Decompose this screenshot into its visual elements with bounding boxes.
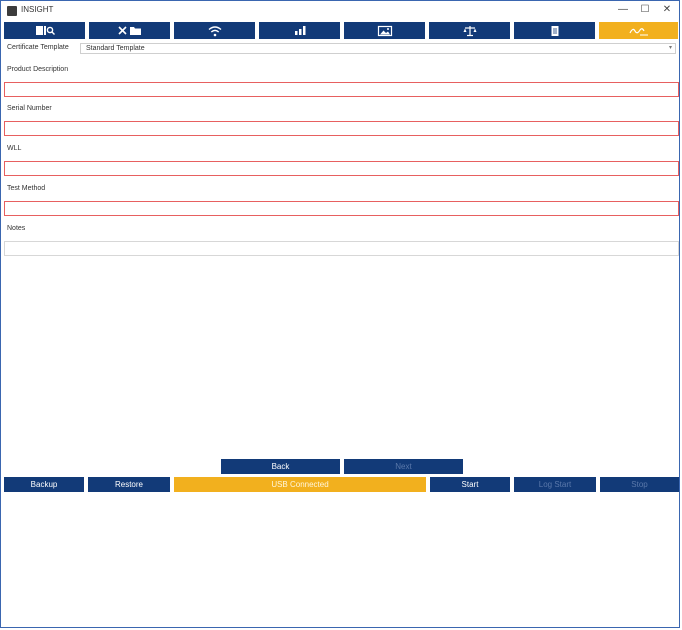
test-method-input[interactable]: [4, 201, 679, 216]
notes-input[interactable]: [4, 241, 679, 256]
tab-wifi[interactable]: [174, 22, 255, 39]
chevron-down-icon: ▾: [668, 45, 672, 51]
minimize-button[interactable]: —: [615, 3, 631, 17]
certificate-template-label: Certificate Template: [7, 44, 69, 51]
backup-button[interactable]: Backup: [4, 477, 84, 492]
tools-folder-icon: [117, 26, 141, 35]
balance-scale-icon: [463, 25, 476, 36]
image-icon: [377, 25, 392, 36]
wll-input[interactable]: [4, 161, 679, 176]
usb-status-indicator: USB Connected: [174, 477, 426, 492]
back-button[interactable]: Back: [221, 459, 340, 474]
database-search-icon: [35, 26, 55, 35]
product-description-label: Product Description: [7, 66, 69, 73]
app-logo-icon: [7, 6, 17, 16]
maximize-button[interactable]: ☐: [637, 3, 653, 17]
certificate-template-select[interactable]: Standard Template ▾: [80, 43, 676, 54]
close-button[interactable]: ✕: [659, 3, 675, 17]
stop-button[interactable]: Stop: [600, 477, 679, 492]
tab-tools-folder[interactable]: [89, 22, 170, 39]
window-title: INSIGHT: [21, 5, 54, 14]
document-icon: [551, 25, 558, 36]
serial-number-input[interactable]: [4, 121, 679, 136]
tab-bar-chart[interactable]: [259, 22, 340, 39]
certificate-template-value: Standard Template: [86, 45, 145, 52]
wll-label: WLL: [7, 145, 22, 152]
serial-number-label: Serial Number: [7, 105, 52, 112]
product-description-input[interactable]: [4, 82, 679, 97]
log-start-button[interactable]: Log Start: [514, 477, 596, 492]
test-method-label: Test Method: [7, 185, 46, 192]
certificate-template-row: Certificate Template Standard Template ▾: [4, 43, 678, 55]
signature-icon: [628, 27, 648, 35]
tab-bar: [4, 22, 678, 39]
tab-signature[interactable]: [599, 22, 678, 39]
title-bar: INSIGHT — ☐ ✕: [1, 1, 679, 21]
bar-chart-icon: [294, 26, 305, 35]
next-button[interactable]: Next: [344, 459, 463, 474]
restore-button[interactable]: Restore: [88, 477, 170, 492]
start-button[interactable]: Start: [430, 477, 510, 492]
app-window: INSIGHT — ☐ ✕ Certificate Template Stand…: [0, 0, 680, 628]
tab-document[interactable]: [514, 22, 595, 39]
tab-database-search[interactable]: [4, 22, 85, 39]
notes-label: Notes: [7, 225, 26, 232]
wifi-icon: [208, 25, 221, 36]
tab-balance-scale[interactable]: [429, 22, 510, 39]
tab-image[interactable]: [344, 22, 425, 39]
